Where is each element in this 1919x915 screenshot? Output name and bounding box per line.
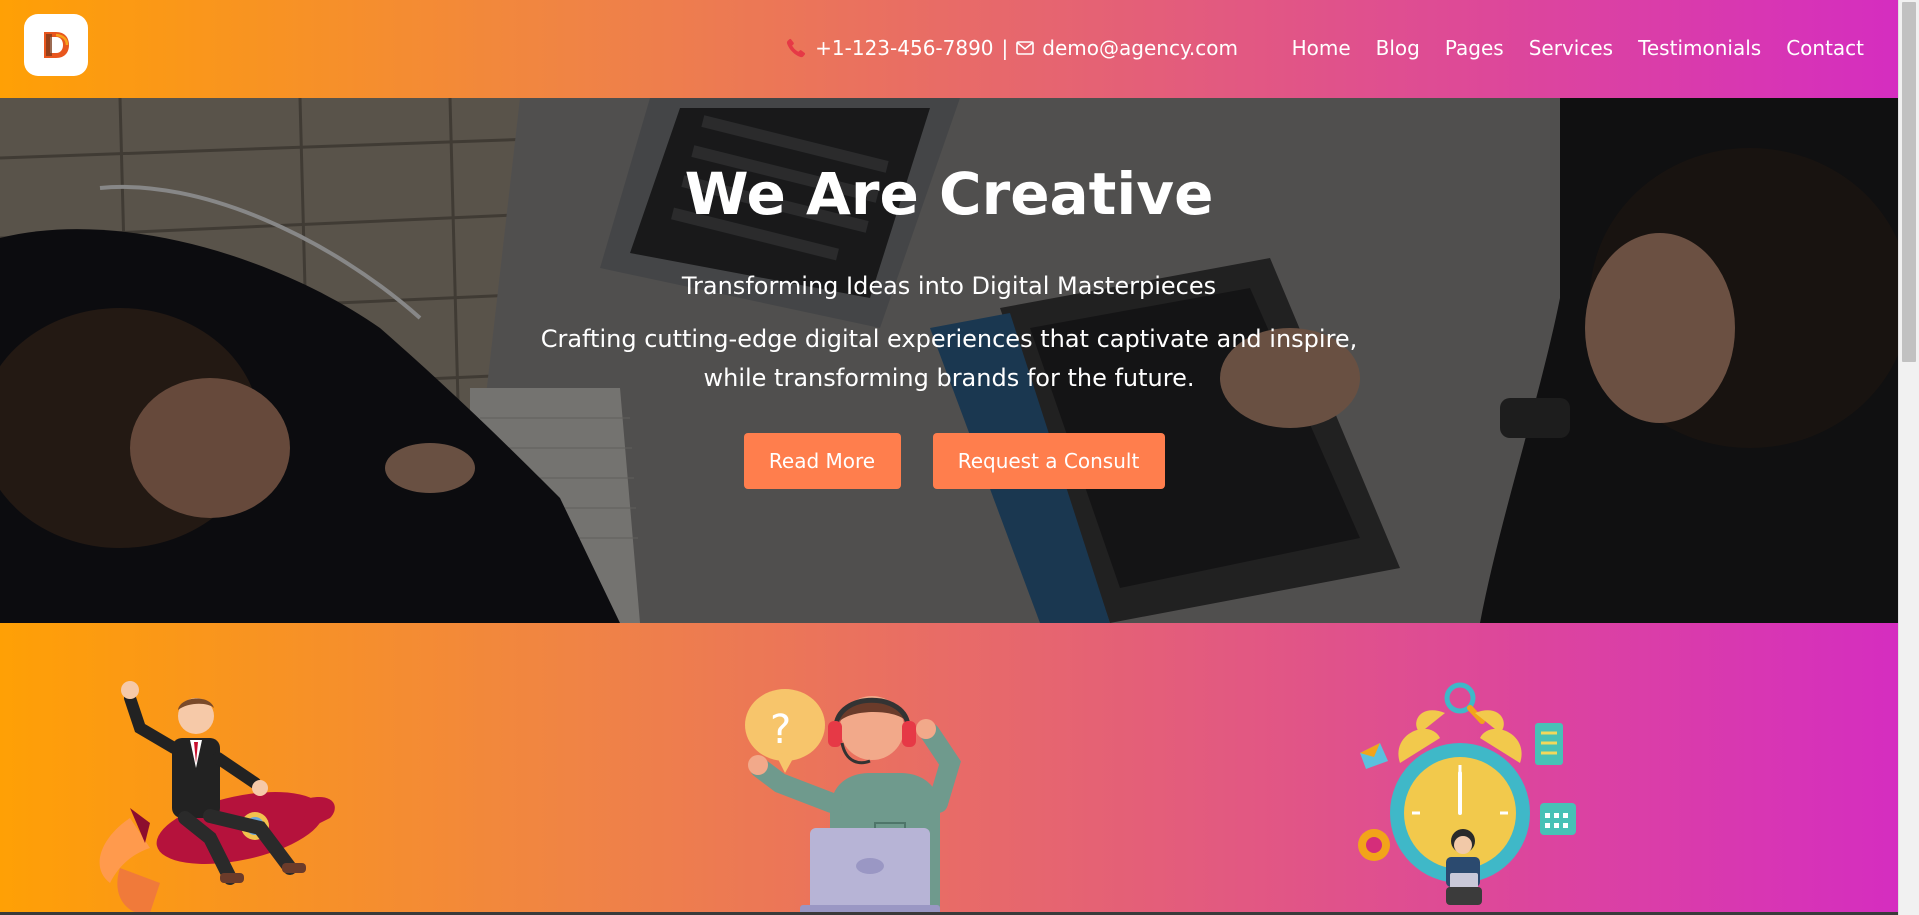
alarm-clock-productivity-illustration — [1358, 682, 1576, 905]
svg-text:?: ? — [770, 707, 791, 753]
mail-icon — [1016, 41, 1035, 55]
phone-icon — [785, 37, 807, 59]
hero-title: We Are Creative — [684, 160, 1214, 228]
header-contact: +1-123-456-7890 | demo@agency.com — [785, 36, 1238, 60]
read-more-button[interactable]: Read More — [743, 433, 901, 489]
hero-subtitle: Transforming Ideas into Digital Masterpi… — [681, 272, 1217, 300]
page-scrollbar[interactable] — [1898, 0, 1919, 915]
hero-section: We Are Creative Transforming Ideas into … — [0, 98, 1898, 623]
request-consult-button[interactable]: Request a Consult — [932, 433, 1165, 489]
nav-services[interactable]: Services — [1529, 36, 1613, 60]
scrollbar-thumb[interactable] — [1902, 2, 1916, 362]
hero-buttons: Read More Request a Consult — [0, 433, 1898, 489]
hero-content: We Are Creative Transforming Ideas into … — [0, 98, 1898, 623]
hero-description: Crafting cutting-edge digital experience… — [540, 325, 1358, 392]
support-agent-illustration: ? — [745, 689, 961, 915]
nav-blog[interactable]: Blog — [1376, 36, 1420, 60]
contact-separator: | — [1001, 36, 1009, 60]
nav-contact[interactable]: Contact — [1786, 36, 1864, 60]
main-nav: Home Blog Pages Services Testimonials Co… — [1292, 36, 1864, 60]
phone-number[interactable]: +1-123-456-7890 — [815, 36, 993, 60]
nav-testimonials[interactable]: Testimonials — [1638, 36, 1761, 60]
nav-home[interactable]: Home — [1292, 36, 1351, 60]
site-header: +1-123-456-7890 | demo@agency.com Home B… — [0, 0, 1898, 98]
brand-logo[interactable] — [24, 14, 88, 76]
nav-pages[interactable]: Pages — [1445, 36, 1504, 60]
rocket-businessman-illustration — [99, 681, 335, 914]
logo-mark-icon — [44, 32, 69, 58]
email-address[interactable]: demo@agency.com — [1042, 36, 1238, 60]
features-section: ? — [0, 623, 1898, 915]
